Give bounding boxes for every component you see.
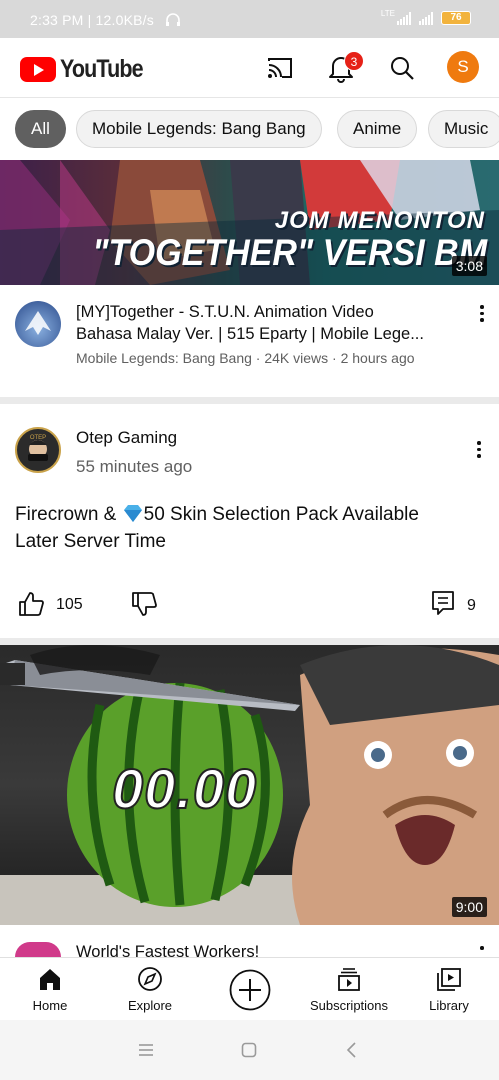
youtube-logo[interactable]: YouTube xyxy=(20,55,156,84)
thumbnail-caption-2: "TOGETHER" VERSI BM xyxy=(92,232,487,273)
chip-all[interactable]: All xyxy=(15,110,66,148)
gem-icon xyxy=(123,505,142,522)
notification-badge: 3 xyxy=(344,51,364,71)
mlbb-logo-icon xyxy=(25,311,51,335)
comment-icon[interactable] xyxy=(430,589,456,617)
nav-subscriptions-label: Subscriptions xyxy=(309,998,389,1013)
channel-avatar[interactable] xyxy=(15,301,61,347)
app-header: YouTube xyxy=(0,38,499,98)
headset-icon xyxy=(166,13,180,26)
signal-icon xyxy=(397,11,411,25)
otep-avatar-icon: OTEP xyxy=(28,435,48,461)
back-icon[interactable] xyxy=(344,1041,360,1059)
video-title-line-2: Bahasa Malay Ver. | 515 Eparty | Mobile … xyxy=(76,325,424,343)
library-icon xyxy=(437,968,461,991)
video-menu-button-2[interactable] xyxy=(480,946,484,950)
nav-home-label: Home xyxy=(32,998,68,1013)
post-channel-name[interactable]: Otep Gaming xyxy=(76,428,177,448)
video-thumbnail-2[interactable]: 00.00 9:00 xyxy=(0,645,499,925)
subscriptions-icon xyxy=(338,968,360,991)
section-divider xyxy=(0,397,499,404)
post-time: 55 minutes ago xyxy=(76,457,193,476)
video-title-2[interactable]: World's Fastest Workers! xyxy=(76,941,456,957)
system-navigation-bar xyxy=(0,1020,499,1080)
like-icon[interactable] xyxy=(17,590,45,618)
compass-icon xyxy=(138,967,162,991)
comment-count: 9 xyxy=(467,597,476,614)
thumbnail-caption-1: JOM MENONTON xyxy=(274,207,485,234)
post-text-part-1: Firecrown & xyxy=(15,504,122,525)
avatar-text: OTEP xyxy=(30,435,46,441)
nav-library-label: Library xyxy=(429,998,469,1013)
post-menu-button[interactable] xyxy=(476,441,482,461)
nav-explore-label: Explore xyxy=(127,998,173,1013)
battery-icon: 76 xyxy=(441,11,471,25)
video-duration-2: 9:00 xyxy=(451,897,487,917)
nav-subscriptions[interactable]: Subscriptions xyxy=(299,958,399,1021)
menu-icon[interactable] xyxy=(137,1042,155,1058)
video-title[interactable]: [MY]Together - S.T.U.N. Animation Video … xyxy=(76,301,456,345)
filter-chip-bar: All Mobile Legends: Bang Bang Anime Musi… xyxy=(0,99,499,160)
video-duration: 3:08 xyxy=(451,256,487,276)
nav-library[interactable]: Library xyxy=(399,958,499,1021)
home-icon xyxy=(40,969,60,990)
channel-avatar-2[interactable] xyxy=(15,942,61,957)
nav-explore[interactable]: Explore xyxy=(100,958,200,1021)
post-text-line-2: Later Server Time xyxy=(15,531,166,552)
search-icon[interactable] xyxy=(386,52,418,84)
video-thumbnail[interactable]: JOM MENONTON "TOGETHER" VERSI BM 3:08 xyxy=(0,160,499,285)
video-menu-button[interactable] xyxy=(479,305,485,325)
video-meta: Mobile Legends: Bang Bang · 24K views · … xyxy=(76,350,415,366)
bottom-navigation: Home Explore Subscriptions Library xyxy=(0,957,499,1020)
post-text-part-2: 50 Skin Selection Pack Available xyxy=(143,504,419,525)
post-text: Firecrown & 50 Skin Selection Pack Avail… xyxy=(15,501,485,555)
signal-2-icon xyxy=(419,11,433,25)
account-avatar[interactable]: S xyxy=(447,51,479,83)
video-title-line-1: [MY]Together - S.T.U.N. Animation Video xyxy=(76,303,374,321)
home-square-icon[interactable] xyxy=(240,1041,258,1059)
create-icon xyxy=(229,969,271,1011)
status-bar: 2:33 PM | 12.0KB/s LTE 76 xyxy=(0,0,499,38)
logo-text: YouTube xyxy=(60,55,144,83)
youtube-play-icon xyxy=(20,57,56,82)
cast-icon[interactable] xyxy=(264,52,296,84)
thumbnail-timer: 00.00 xyxy=(111,756,258,821)
chip-anime[interactable]: Anime xyxy=(337,110,418,148)
post-channel-avatar[interactable]: OTEP xyxy=(15,427,61,473)
chip-music[interactable]: Music xyxy=(428,110,499,148)
section-divider-2 xyxy=(0,638,499,645)
lte-label: LTE xyxy=(380,8,395,18)
nav-create[interactable] xyxy=(200,958,300,1021)
like-count: 105 xyxy=(56,596,83,613)
chip-mobile-legends[interactable]: Mobile Legends: Bang Bang xyxy=(76,110,322,148)
dislike-icon[interactable] xyxy=(130,590,158,618)
status-time: 2:33 PM | 12.0KB/s xyxy=(30,12,154,28)
nav-home[interactable]: Home xyxy=(0,958,100,1021)
